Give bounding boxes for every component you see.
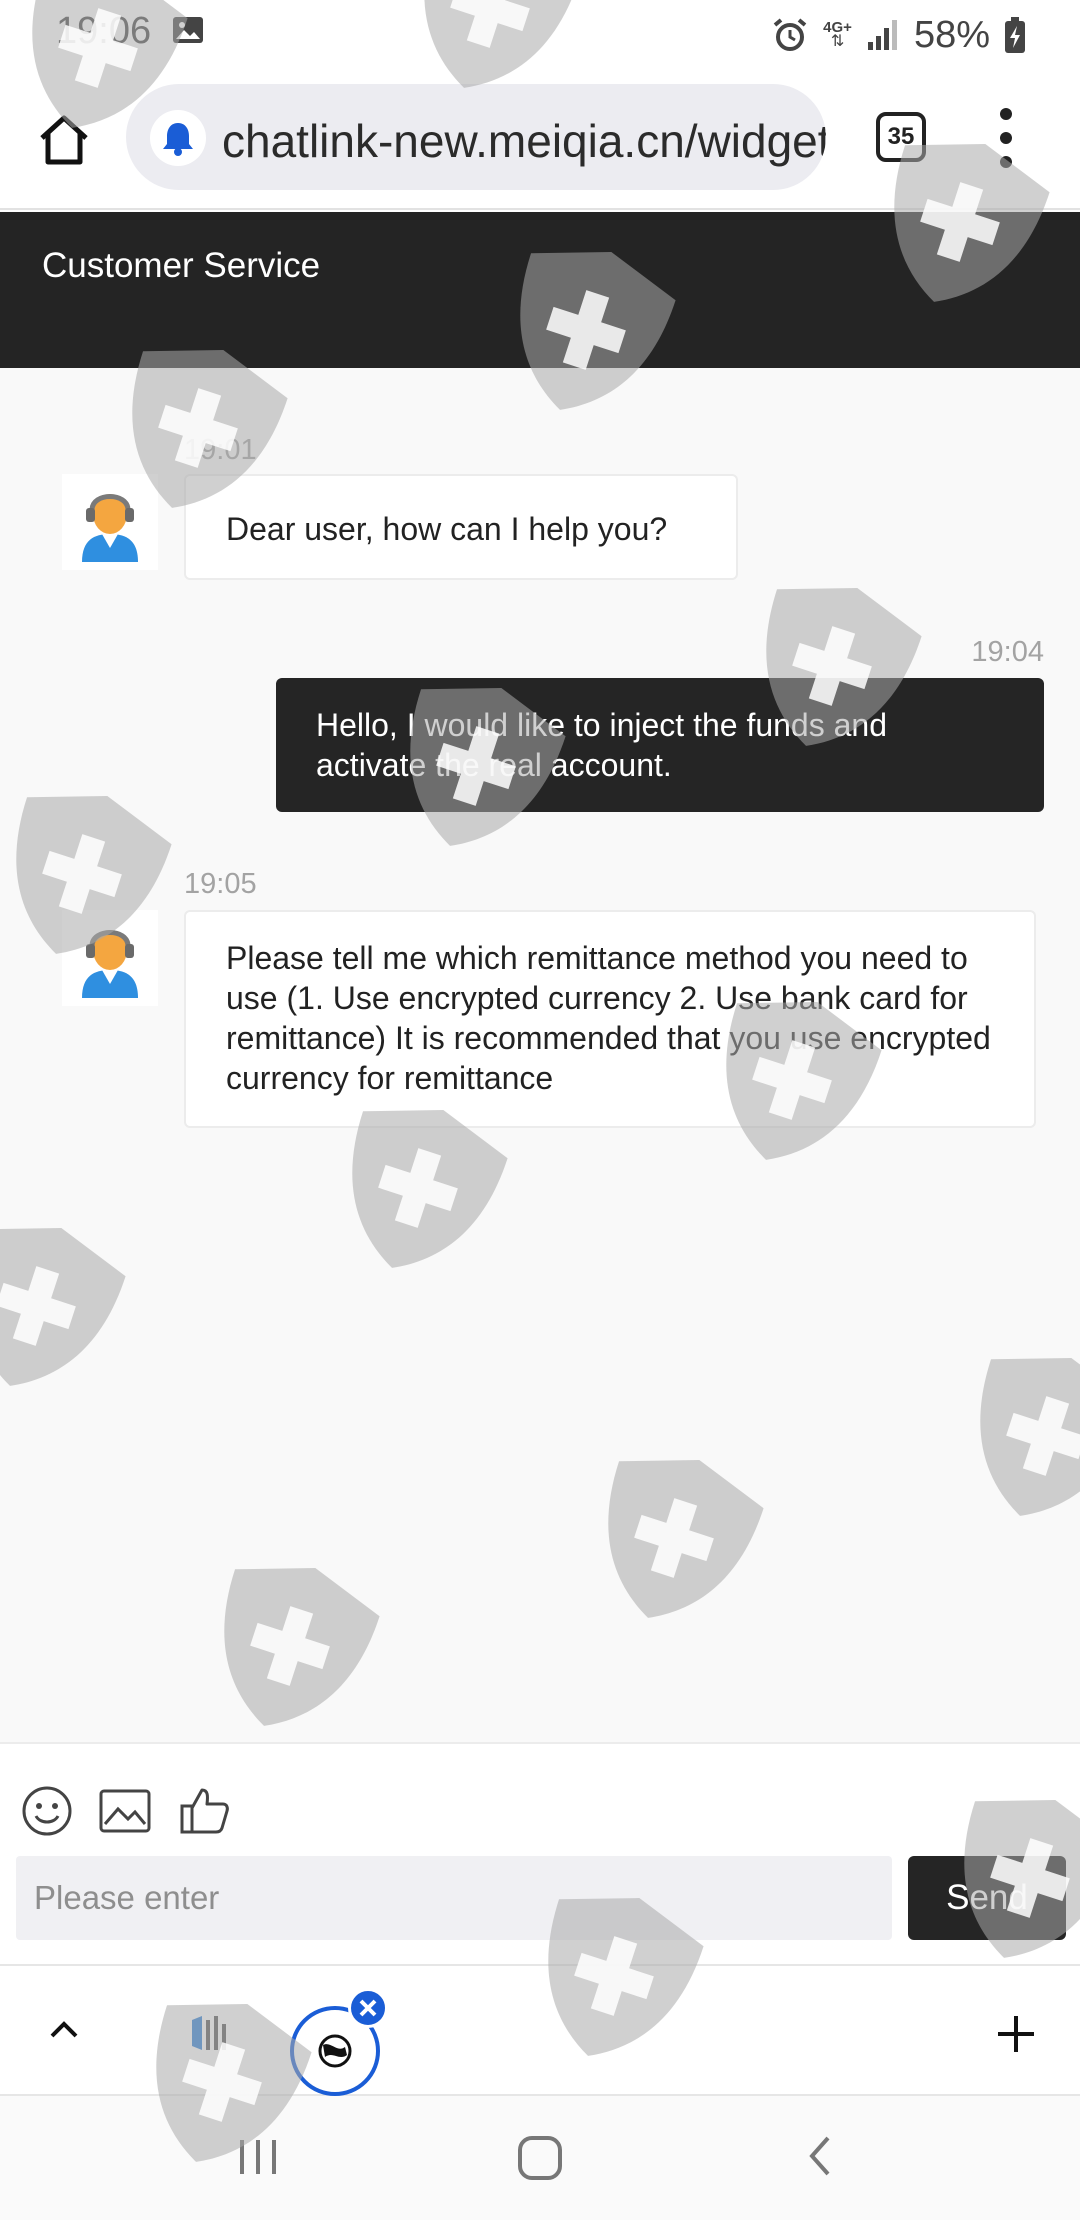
message-input[interactable] <box>16 1856 892 1940</box>
browser-toolbar: chatlink-new.meiqia.cn/widget 35 <box>0 68 1080 210</box>
battery-percent: 58% <box>913 13 990 56</box>
thumbs-up-icon[interactable] <box>178 1784 232 1838</box>
status-bar: 19:06 4G+ ⇅ 58% <box>0 0 1080 68</box>
message-time: 19:04 <box>971 636 1044 668</box>
chat-title: Customer Service <box>42 246 321 285</box>
address-bar[interactable]: chatlink-new.meiqia.cn/widget <box>126 84 826 190</box>
status-indicators: 4G+ ⇅ 58% <box>771 10 1026 60</box>
agent-avatar <box>62 910 158 1006</box>
chevron-up-icon[interactable] <box>44 2010 84 2050</box>
composer: Send <box>0 1742 1080 1964</box>
status-time: 19:06 <box>56 10 152 52</box>
notification-permission-button[interactable] <box>150 110 206 166</box>
system-nav-bar <box>0 2096 1080 2220</box>
browser-tab-strip <box>0 1964 1080 2096</box>
close-icon <box>359 1999 377 2017</box>
home-icon[interactable] <box>34 110 94 170</box>
image-icon[interactable] <box>98 1784 152 1838</box>
app-tab-icon[interactable] <box>186 2010 232 2056</box>
gallery-notification-icon <box>173 17 203 43</box>
agent-avatar <box>62 474 158 570</box>
network-indicator: 4G+ ⇅ <box>823 20 852 50</box>
url-text: chatlink-new.meiqia.cn/widget <box>222 115 826 167</box>
bell-icon <box>163 123 193 156</box>
chat-messages[interactable]: 19:01 Dear user, how can I help you? 19:… <box>0 368 1080 1742</box>
home-nav-icon[interactable] <box>514 2130 566 2182</box>
back-icon[interactable] <box>798 2130 842 2182</box>
emoji-icon[interactable] <box>20 1784 74 1838</box>
chat-header: Customer Service <box>0 212 1080 368</box>
message-text: Dear user, how can I help you? <box>226 511 668 547</box>
plus-icon[interactable] <box>994 2012 1038 2056</box>
recent-apps-icon[interactable] <box>236 2130 280 2182</box>
tab-switcher-button[interactable]: 35 <box>876 112 926 162</box>
message-text: Please tell me which remittance method y… <box>226 940 991 1096</box>
agent-message-bubble: Please tell me which remittance method y… <box>184 910 1036 1128</box>
close-tab-button[interactable] <box>348 1988 388 2028</box>
agent-message-bubble: Dear user, how can I help you? <box>184 474 738 580</box>
battery-charging-icon <box>1005 17 1025 53</box>
more-menu-icon[interactable] <box>988 108 1024 168</box>
data-arrows-icon: ⇅ <box>830 33 845 50</box>
message-text: Hello, I would like to inject the funds … <box>316 707 887 783</box>
signal-icon <box>867 20 897 50</box>
message-time: 19:01 <box>184 434 257 466</box>
globe-icon <box>318 2034 352 2068</box>
alarm-icon <box>773 18 807 51</box>
send-button[interactable]: Send <box>908 1856 1066 1940</box>
message-time: 19:05 <box>184 868 257 900</box>
user-message-bubble: Hello, I would like to inject the funds … <box>276 678 1044 812</box>
